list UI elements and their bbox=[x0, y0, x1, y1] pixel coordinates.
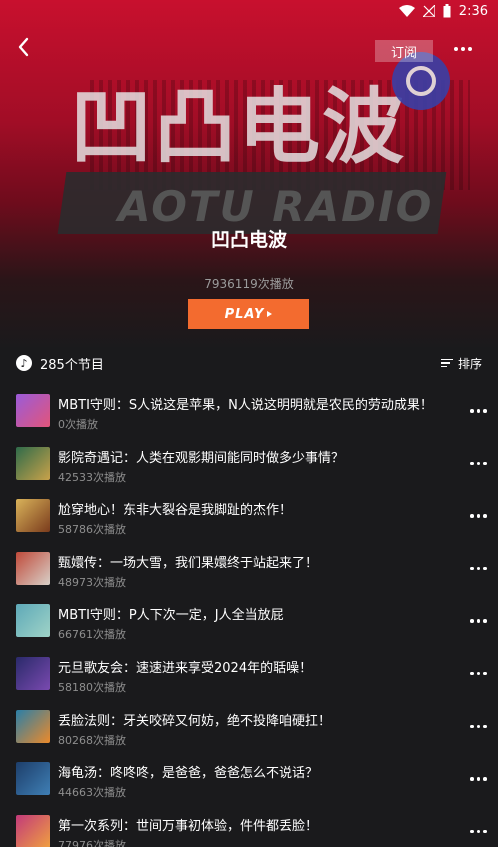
episode-row[interactable]: 尬穿地心！东非大裂谷是我脚趾的杰作！ 58786次播放 bbox=[0, 492, 498, 545]
episode-play-count: 0次播放 bbox=[58, 418, 98, 431]
episode-row[interactable]: MBTI守则：P人下次一定，J人全当放屁 66761次播放 bbox=[0, 597, 498, 650]
cover-logo-text: 凹凸电波 bbox=[70, 80, 407, 175]
subscribe-button[interactable]: 订阅 bbox=[375, 40, 433, 62]
back-icon[interactable] bbox=[12, 34, 38, 60]
episode-title: 丢脸法则：牙关咬碎又何妨，绝不投降咱硬扛！ bbox=[58, 713, 332, 729]
episode-play-count: 80268次播放 bbox=[58, 733, 126, 747]
episode-list-header: ♪ 285个节目 排序 bbox=[16, 352, 482, 374]
episode-title: 尬穿地心！东非大裂谷是我脚趾的杰作！ bbox=[58, 503, 293, 519]
episode-thumbnail bbox=[16, 709, 50, 743]
no-signal-icon bbox=[422, 5, 435, 17]
status-time: 2:36 bbox=[458, 3, 488, 19]
episode-thumbnail bbox=[16, 446, 50, 480]
podcast-page: 凹凸电波 AOTU RADIO 2:36 订阅 凹凸电波 7936119次播放 … bbox=[0, 0, 498, 847]
podcast-play-count: 7936119次播放 bbox=[204, 277, 294, 291]
podcast-title: 凹凸电波 bbox=[210, 229, 287, 251]
episode-thumbnail bbox=[16, 656, 50, 690]
episode-thumbnail bbox=[16, 551, 50, 585]
play-icon bbox=[267, 311, 273, 317]
episode-more-icon[interactable] bbox=[470, 409, 487, 413]
episode-more-icon[interactable] bbox=[470, 777, 487, 781]
episode-thumbnail bbox=[16, 814, 50, 847]
episode-more-icon[interactable] bbox=[470, 724, 487, 729]
cover-banner-text: AOTU RADIO bbox=[118, 182, 434, 231]
episode-thumbnail bbox=[16, 604, 50, 638]
episode-play-count: 48973次播放 bbox=[58, 575, 126, 589]
episode-title: MBTI守则：P人下次一定，J人全当放屁 bbox=[58, 608, 284, 624]
episode-title: 第一次系列：世间万事初体验，件件都丢脸！ bbox=[58, 818, 319, 834]
episode-row[interactable]: MBTI守则：S人说这是苹果，N人说这明明就是农民的劳动成果！ 0次播放 bbox=[0, 387, 498, 440]
episode-thumbnail bbox=[16, 499, 50, 533]
sort-label: 排序 bbox=[457, 356, 482, 371]
play-button-label: PLAY bbox=[224, 306, 265, 322]
episode-title: 海龟汤：咚咚咚，是爸爸，爸爸怎么不说话？ bbox=[58, 766, 319, 782]
play-button[interactable]: PLAY bbox=[188, 299, 309, 329]
episode-play-count: 58786次播放 bbox=[58, 523, 126, 537]
status-bar: 2:36 bbox=[0, 0, 498, 22]
episode-thumbnail bbox=[16, 394, 50, 427]
episode-thumbnail bbox=[16, 762, 50, 796]
episode-play-count: 77976次播放 bbox=[58, 838, 126, 847]
episode-count: 285个节目 bbox=[40, 357, 104, 373]
episode-row[interactable]: 甄嬛传：一场大雪，我们果嬛终于站起来了！ 48973次播放 bbox=[0, 545, 498, 598]
episode-title: 影院奇遇记：人类在观影期间能同时做多少事情？ bbox=[58, 450, 345, 466]
episode-title: 甄嬛传：一场大雪，我们果嬛终于站起来了！ bbox=[58, 555, 319, 571]
wifi-icon bbox=[398, 5, 415, 17]
episode-play-count: 58180次播放 bbox=[58, 680, 126, 694]
more-options-icon[interactable] bbox=[448, 36, 478, 62]
episode-more-icon[interactable] bbox=[470, 514, 487, 518]
episode-row[interactable]: 影院奇遇记：人类在观影期间能同时做多少事情？ 42533次播放 bbox=[0, 440, 498, 493]
episode-row[interactable]: 海龟汤：咚咚咚，是爸爸，爸爸怎么不说话？ 44663次播放 bbox=[0, 755, 498, 808]
episode-more-icon[interactable] bbox=[470, 619, 487, 623]
episode-play-count: 44663次播放 bbox=[58, 786, 126, 800]
episode-play-count: 42533次播放 bbox=[58, 470, 126, 484]
episode-more-icon[interactable] bbox=[470, 671, 487, 676]
episode-title: 元旦歌友会：速速进来享受2024年的聒噪！ bbox=[58, 660, 313, 676]
music-note-icon: ♪ bbox=[16, 355, 32, 371]
sort-icon bbox=[440, 358, 453, 368]
episode-more-icon[interactable] bbox=[470, 566, 487, 571]
episode-play-count: 66761次播放 bbox=[58, 628, 126, 642]
episode-row[interactable]: 丢脸法则：牙关咬碎又何妨，绝不投降咱硬扛！ 80268次播放 bbox=[0, 703, 498, 756]
episode-more-icon[interactable] bbox=[470, 829, 487, 834]
episode-title: MBTI守则：S人说这是苹果，N人说这明明就是农民的劳动成果！ bbox=[58, 398, 433, 413]
episode-more-icon[interactable] bbox=[470, 461, 487, 466]
episode-row[interactable]: 元旦歌友会：速速进来享受2024年的聒噪！ 58180次播放 bbox=[0, 650, 498, 703]
episode-row[interactable]: 第一次系列：世间万事初体验，件件都丢脸！ 77976次播放 bbox=[0, 808, 498, 847]
sort-button[interactable]: 排序 bbox=[440, 355, 482, 372]
battery-icon bbox=[443, 4, 451, 18]
episode-list: MBTI守则：S人说这是苹果，N人说这明明就是农民的劳动成果！ 0次播放影院奇遇记… bbox=[0, 387, 498, 847]
